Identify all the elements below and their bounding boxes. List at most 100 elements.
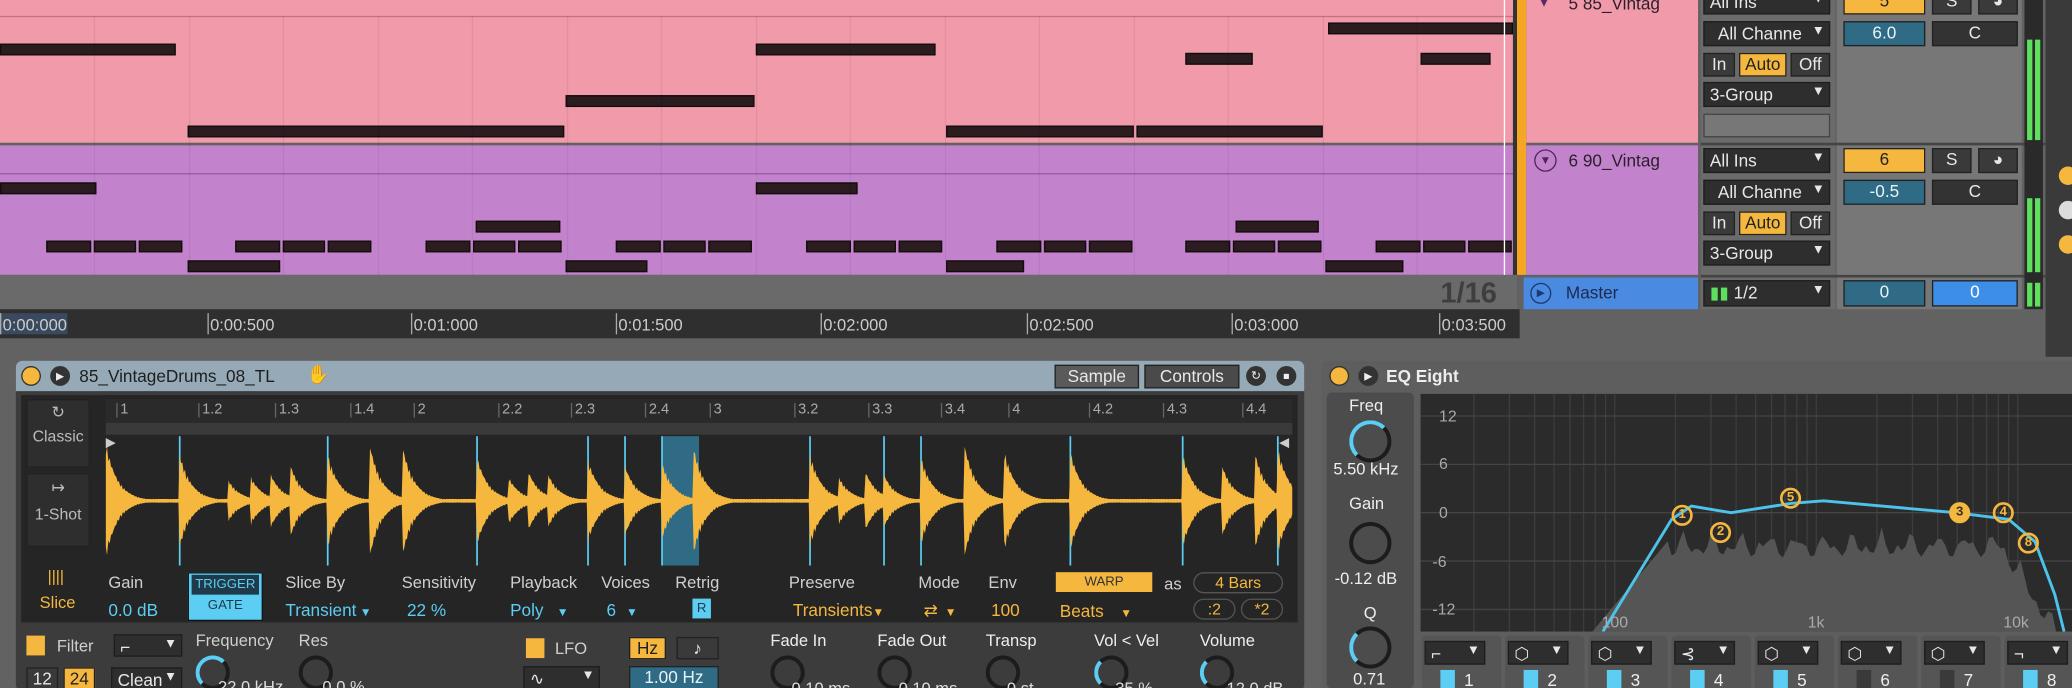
lfo-wave-select[interactable]: ∿ ▼ — [523, 666, 600, 688]
warp-button[interactable]: WARP — [1055, 572, 1153, 593]
midi-note[interactable] — [1277, 240, 1322, 253]
eq-band-node[interactable]: 1 — [1671, 504, 1693, 526]
midi-note[interactable] — [898, 240, 943, 253]
playback-select[interactable]: Poly ▼ — [510, 600, 568, 620]
midi-note[interactable] — [1375, 240, 1421, 253]
band-4-toggle[interactable] — [1690, 669, 1705, 688]
midi-note[interactable] — [708, 240, 752, 253]
midi-note[interactable] — [1423, 240, 1466, 253]
monitor-off[interactable]: Off — [1790, 211, 1831, 236]
track-header-5[interactable] — [1526, 0, 1699, 143]
eq-display[interactable] — [1420, 393, 2072, 632]
solo-button[interactable]: S — [1931, 0, 1972, 15]
freq-knob[interactable] — [1349, 420, 1392, 463]
band-1-type-select[interactable]: ⌐ ▼ — [1424, 640, 1486, 665]
lfo-rate[interactable]: 1.00 Hz — [629, 666, 719, 688]
warp-mode-select[interactable]: Beats ▼ — [1060, 601, 1132, 621]
eq-band-node[interactable]: 8 — [2017, 532, 2039, 554]
length-field[interactable]: 4 Bars — [1193, 572, 1284, 594]
mode-one-shot[interactable]: ↦ 1-Shot — [26, 473, 90, 548]
midi-note[interactable] — [565, 260, 648, 273]
midi-note[interactable] — [1235, 220, 1319, 233]
gain-value[interactable]: 0.0 dB — [108, 600, 158, 620]
retrig-toggle[interactable]: R — [692, 598, 711, 619]
gate-option[interactable]: GATE — [192, 599, 259, 613]
midi-note[interactable] — [1185, 52, 1253, 65]
slope-12[interactable]: 12 — [26, 667, 59, 688]
master-volume[interactable]: 0 — [1843, 280, 1926, 307]
midi-note[interactable] — [996, 240, 1042, 253]
preserve-select[interactable]: Transients▼ — [793, 600, 884, 620]
midi-note[interactable] — [425, 240, 471, 253]
output-select[interactable]: 3-Group ▼ — [1703, 240, 1831, 266]
midi-note[interactable] — [327, 240, 372, 253]
band-6-type-select[interactable]: ⬡ ▼ — [1840, 640, 1902, 665]
arm-icon[interactable]: ◕ — [1978, 0, 2018, 15]
midi-note[interactable] — [1136, 125, 1323, 138]
filter-circuit-select[interactable]: Clean ▼ — [111, 667, 183, 688]
half-button[interactable]: :2 — [1193, 598, 1236, 620]
scrub-area[interactable] — [105, 422, 1293, 435]
band-1-toggle[interactable] — [1440, 669, 1455, 688]
double-button[interactable]: *2 — [1240, 598, 1284, 620]
output-channel-field[interactable] — [1703, 113, 1831, 138]
tab-sample[interactable]: Sample — [1054, 364, 1140, 389]
midi-note[interactable] — [853, 240, 896, 253]
voices-select[interactable]: 6 ▼ — [607, 600, 638, 620]
midi-note[interactable] — [0, 43, 176, 56]
fold-icon[interactable]: ▼ — [1534, 149, 1557, 172]
q-knob[interactable] — [1349, 626, 1392, 669]
volume-field[interactable]: -0.5 — [1843, 179, 1926, 205]
monitor-in[interactable]: In — [1703, 211, 1736, 236]
input-channel-select[interactable]: All Channe ▼ — [1703, 21, 1831, 47]
midi-note[interactable] — [1088, 240, 1133, 253]
monitor-auto[interactable]: Auto — [1739, 52, 1787, 77]
play-icon[interactable]: ▶ — [50, 366, 71, 386]
midi-note[interactable] — [663, 240, 706, 253]
band-2-type-select[interactable]: ⬡ ▼ — [1507, 640, 1569, 665]
midi-note[interactable] — [1328, 22, 1514, 35]
band-3-type-select[interactable]: ⬡ ▼ — [1591, 640, 1652, 665]
mode-slice[interactable]: |||| Slice — [29, 566, 87, 619]
end-marker[interactable]: ◀ — [1279, 437, 1289, 450]
midi-note[interactable] — [755, 182, 858, 195]
play-icon[interactable]: ▶ — [1530, 282, 1552, 304]
band-2-toggle[interactable] — [1523, 669, 1539, 688]
input-type-select[interactable]: All Ins▼ — [1703, 0, 1831, 15]
midi-note[interactable] — [755, 43, 936, 56]
lfo-sync-button[interactable]: ♪ — [676, 636, 719, 660]
track-activator[interactable]: 5 — [1843, 0, 1926, 15]
eq-band-node[interactable]: 3 — [1949, 502, 1971, 524]
eq-band-node[interactable]: 5 — [1779, 487, 1802, 509]
device-on-toggle[interactable] — [1329, 366, 1350, 386]
midi-note[interactable] — [1325, 260, 1404, 273]
band-6-toggle[interactable] — [1856, 669, 1872, 688]
volume-field[interactable]: 6.0 — [1843, 21, 1926, 47]
band-4-type-select[interactable]: ⊰ ▼ — [1674, 640, 1736, 665]
loop-mode-select[interactable]: ⇄ ▼ — [924, 600, 957, 621]
gain-knob[interactable] — [1349, 521, 1392, 565]
master-output-select[interactable]: ▮▮ 1/2 ▼ — [1703, 280, 1831, 307]
midi-note[interactable] — [1043, 240, 1087, 253]
filter-toggle[interactable] — [26, 635, 45, 656]
env-value[interactable]: 100 — [991, 600, 1020, 620]
tab-controls[interactable]: Controls — [1144, 364, 1240, 389]
midi-note[interactable] — [1468, 240, 1512, 253]
midi-note[interactable] — [187, 260, 281, 273]
save-icon[interactable]: ■ — [1276, 366, 1297, 386]
solo-button[interactable]: S — [1931, 148, 1972, 174]
output-select[interactable]: 3-Group ▼ — [1703, 81, 1831, 108]
midi-note[interactable] — [518, 240, 562, 253]
midi-note[interactable] — [1232, 240, 1276, 253]
lfo-toggle[interactable] — [525, 638, 545, 659]
monitor-in[interactable]: In — [1703, 52, 1736, 77]
band-8-type-select[interactable]: ¬ ▼ — [2007, 640, 2069, 665]
band-5-type-select[interactable]: ⬡ ▼ — [1757, 640, 1819, 665]
midi-note[interactable] — [282, 240, 326, 253]
band-3-toggle[interactable] — [1606, 669, 1622, 688]
monitor-auto[interactable]: Auto — [1739, 211, 1787, 236]
waveform[interactable] — [105, 436, 1293, 566]
band-7-toggle[interactable] — [1939, 669, 1955, 688]
eq-band-node[interactable]: 4 — [1992, 502, 2014, 524]
band-5-toggle[interactable] — [1773, 669, 1788, 688]
